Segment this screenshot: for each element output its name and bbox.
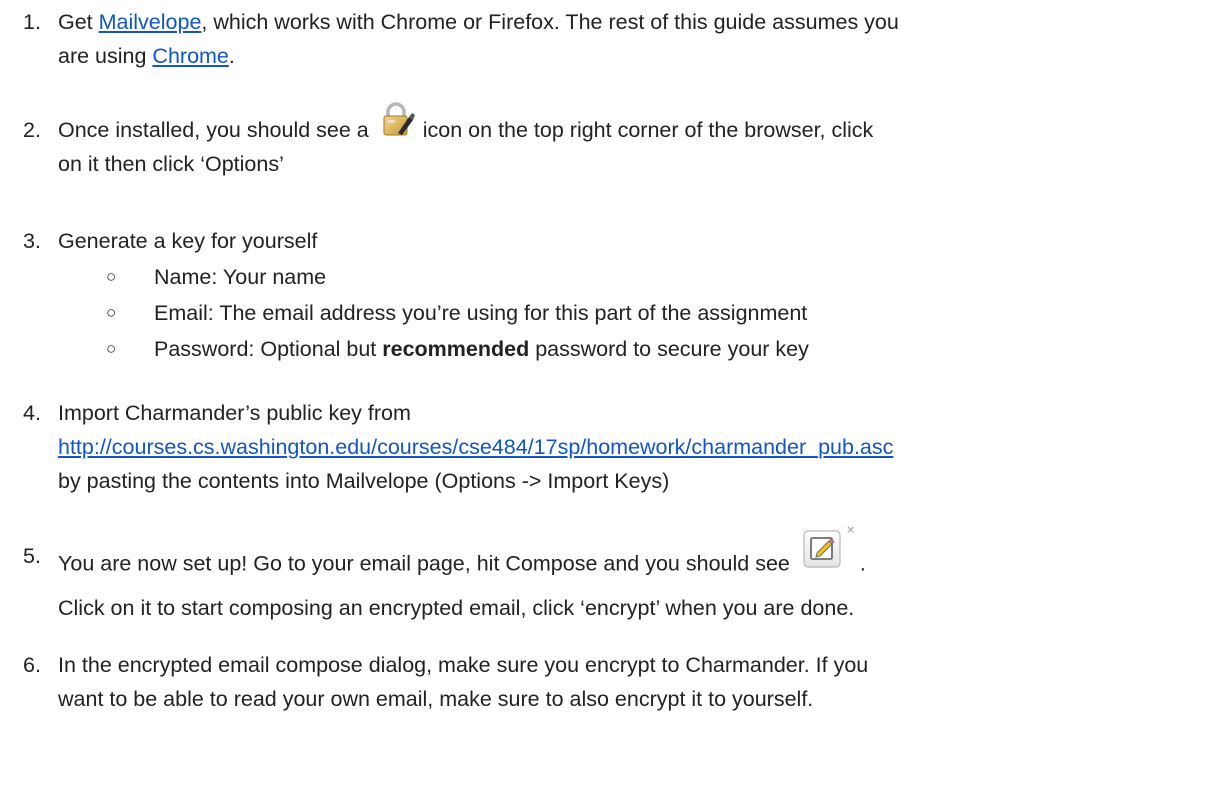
bullet-icon: ○ xyxy=(106,267,117,286)
svg-text:×: × xyxy=(846,523,854,536)
mailvelope-link[interactable]: Mailvelope xyxy=(99,10,202,34)
item-number: 2. xyxy=(23,118,41,142)
emphasis: recommended xyxy=(382,337,530,361)
chrome-link[interactable]: Chrome xyxy=(152,44,228,68)
item-number: 5. xyxy=(23,544,41,568)
public-key-link[interactable]: http://courses.cs.washington.edu/courses… xyxy=(58,435,893,459)
item-number: 6. xyxy=(23,653,41,677)
bullet-icon: ○ xyxy=(106,303,117,322)
bullet-icon: ○ xyxy=(106,339,117,358)
item-number: 4. xyxy=(23,401,41,425)
item-number: 1. xyxy=(23,10,41,34)
item-number: 3. xyxy=(23,229,41,253)
compose-encrypted-icon: × xyxy=(802,521,855,573)
mailvelope-lock-icon xyxy=(379,101,415,137)
